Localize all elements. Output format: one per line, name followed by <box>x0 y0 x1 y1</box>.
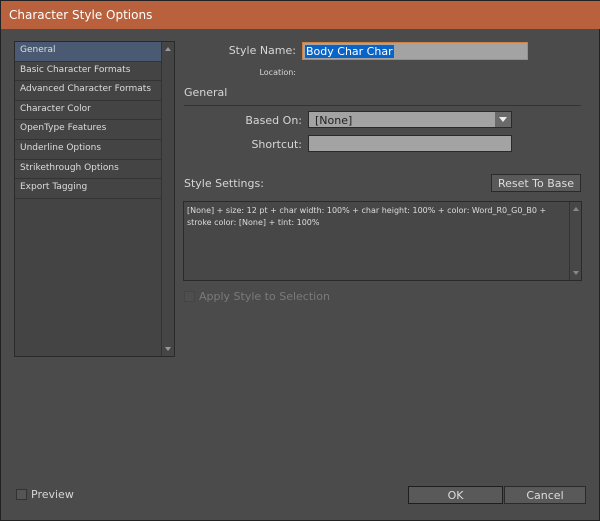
style-name-input[interactable]: Body Char Char <box>302 42 528 60</box>
shortcut-label: Shortcut: <box>251 138 302 151</box>
apply-style-checkbox[interactable] <box>184 291 195 302</box>
cancel-button[interactable]: Cancel <box>504 486 586 504</box>
scroll-up-icon[interactable] <box>573 207 579 211</box>
category-list[interactable]: General Basic Character Formats Advanced… <box>14 41 175 357</box>
based-on-label: Based On: <box>245 114 302 127</box>
section-title: General <box>184 86 228 99</box>
preview-label: Preview <box>31 488 74 501</box>
chevron-down-icon <box>499 117 507 122</box>
sidebar-item-advanced-character-formats[interactable]: Advanced Character Formats <box>15 81 162 101</box>
style-settings-label: Style Settings: <box>184 177 264 190</box>
reset-to-base-button[interactable]: Reset To Base <box>491 174 581 192</box>
style-name-value: Body Char Char <box>305 45 394 58</box>
style-settings-textarea[interactable]: [None] + size: 12 pt + char width: 100% … <box>183 201 582 281</box>
sidebar-item-underline-options[interactable]: Underline Options <box>15 140 162 160</box>
sidebar-item-general[interactable]: General <box>15 42 162 62</box>
divider <box>184 105 581 106</box>
scroll-up-icon[interactable] <box>165 47 171 51</box>
preview-checkbox[interactable] <box>16 489 27 500</box>
ok-button[interactable]: OK <box>408 486 503 504</box>
scroll-down-icon[interactable] <box>165 347 171 351</box>
list-scrollbar[interactable] <box>161 42 174 356</box>
textarea-scrollbar[interactable] <box>569 202 581 280</box>
style-settings-text: [None] + size: 12 pt + char width: 100% … <box>187 206 547 227</box>
sidebar-item-opentype-features[interactable]: OpenType Features <box>15 120 162 140</box>
shortcut-input[interactable] <box>308 135 512 152</box>
style-name-label: Style Name: <box>228 44 296 57</box>
based-on-select[interactable]: [None] <box>308 111 512 128</box>
window-title: Character Style Options <box>9 8 153 22</box>
sidebar-item-basic-character-formats[interactable]: Basic Character Formats <box>15 62 162 82</box>
sidebar-item-character-color[interactable]: Character Color <box>15 101 162 121</box>
apply-style-label: Apply Style to Selection <box>199 290 330 303</box>
sidebar-item-export-tagging[interactable]: Export Tagging <box>15 179 162 199</box>
dropdown-button[interactable] <box>495 112 511 127</box>
title-bar: Character Style Options <box>1 1 600 29</box>
based-on-value: [None] <box>315 114 353 127</box>
location-label: Location: <box>259 68 296 77</box>
sidebar-item-strikethrough-options[interactable]: Strikethrough Options <box>15 160 162 180</box>
scroll-down-icon[interactable] <box>573 271 579 275</box>
